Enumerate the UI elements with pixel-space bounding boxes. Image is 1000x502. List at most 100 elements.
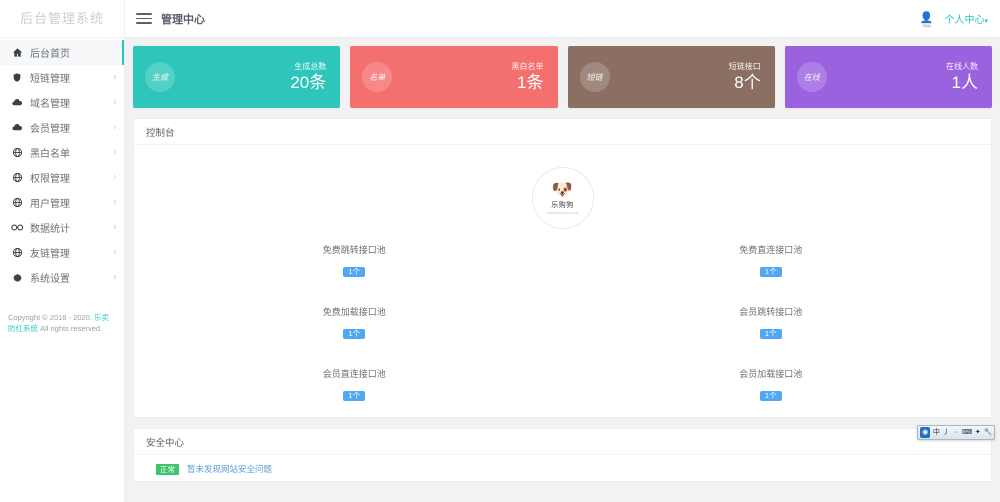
stat-card-1[interactable]: 生成 生成总数 20条 (133, 46, 341, 108)
pool-label: 会员直连接口池 (322, 369, 386, 379)
stat-card-3[interactable]: 短链 短链接口 8个 (567, 46, 775, 108)
interface-pool-item: 免费跳转接口池 1个 (146, 243, 563, 279)
brand-url: WWW.LEGOUGOU.COM (546, 211, 579, 215)
sidebar-item-3[interactable]: 域名管理 › (0, 90, 124, 115)
stat-card-value: 8个 (734, 73, 761, 93)
sidebar-item-10[interactable]: 系统设置 › (0, 265, 124, 290)
chevron-right-icon: › (113, 222, 116, 233)
stat-card-text: 黑白名单 1条 (512, 61, 544, 93)
sidebar-item-7[interactable]: 用户管理 › (0, 190, 124, 215)
pool-label: 会员跳转接口池 (739, 307, 803, 317)
cloud-icon (10, 96, 24, 110)
topbar: 管理中心 👤 乐购狗 个人中心▾ (125, 0, 1000, 38)
dog-mascot-icon: 🐶 (551, 180, 574, 199)
stat-card-tag: 生成 (145, 62, 175, 92)
shield-icon (10, 71, 24, 85)
console-panel: 控制台 🐶 乐购狗 WWW.LEGOUGOU.COM 免费跳转接口池 1个 免费直连… (133, 118, 992, 418)
user-center-menu[interactable]: 个人中心▾ (944, 11, 988, 26)
sidebar-item-label: 友链管理 (30, 249, 70, 260)
sidebar-item-2[interactable]: 短链管理 › (0, 65, 124, 90)
brand-logo-wrap: 🐶 乐购狗 WWW.LEGOUGOU.COM (146, 155, 979, 243)
brand-name: 乐购狗 (551, 202, 574, 209)
chevron-right-icon: › (113, 72, 116, 83)
stat-card-label: 生成总数 (294, 62, 327, 72)
chevron-right-icon: › (113, 247, 116, 258)
avatar[interactable]: 👤 乐购狗 (916, 8, 937, 29)
pool-count-badge: 1个 (343, 391, 366, 401)
stat-card-label: 短链接口 (728, 62, 761, 72)
security-panel: 安全中心 正常 暂未发现网站安全问题 (133, 428, 992, 482)
pool-label: 会员加载接口池 (739, 369, 803, 379)
sidebar-item-label: 域名管理 (30, 99, 70, 110)
page-title: 管理中心 (161, 13, 205, 26)
ime-logo-icon[interactable]: ◉ (920, 427, 931, 438)
stat-card-label: 在线人数 (946, 62, 978, 72)
chevron-right-icon: › (113, 272, 116, 283)
sidebar-item-8[interactable]: 数据统计 › (0, 215, 124, 240)
gear-icon (10, 271, 24, 285)
ime-button-2[interactable]: 丿 (942, 427, 950, 438)
console-panel-title: 控制台 (146, 127, 175, 139)
sidebar-item-9[interactable]: 友链管理 › (0, 240, 124, 265)
stat-card-text: 短链接口 8个 (729, 61, 761, 93)
app-logo-title: 后台管理系统 (0, 0, 124, 38)
cloud-icon (10, 121, 24, 135)
stat-card-value: 1人 (951, 73, 978, 93)
interface-pool-item: 会员直连接口池 1个 (146, 367, 563, 403)
globe-icon (10, 246, 24, 260)
pool-count-badge: 1个 (343, 267, 366, 277)
pool-label: 免费加载接口池 (322, 307, 386, 317)
stat-card-label: 黑白名单 (511, 62, 544, 72)
ime-button-5[interactable]: ✦ (974, 427, 982, 438)
sidebar-item-label: 权限管理 (30, 174, 70, 185)
stat-card-text: 生成总数 20条 (290, 61, 326, 93)
avatar-glyph: 👤 (919, 12, 934, 24)
sidebar-item-label: 用户管理 (30, 199, 70, 210)
topbar-right: 👤 乐购狗 个人中心▾ (916, 8, 988, 29)
pool-count-badge: 1个 (759, 329, 782, 339)
brand-logo: 🐶 乐购狗 WWW.LEGOUGOU.COM (531, 167, 594, 229)
security-panel-title: 安全中心 (146, 437, 185, 449)
ime-button-3[interactable]: ·· (952, 427, 960, 438)
sidebar-menu: 后台首页 短链管理 › 域名管理 › 会员管理 › 黑白名单 › 权限管理 › 用户管理 › 数据统计 › 友… (0, 38, 124, 290)
stat-card-text: 在线人数 1人 (946, 61, 978, 93)
sidebar-item-5[interactable]: 黑白名单 › (0, 140, 124, 165)
sidebar-item-label: 会员管理 (30, 124, 70, 135)
ime-button-1[interactable]: 中 (932, 427, 940, 438)
stat-card-tag: 短链 (579, 62, 610, 92)
home-icon (10, 46, 24, 60)
sidebar-item-label: 黑白名单 (30, 149, 70, 160)
sidebar-item-4[interactable]: 会员管理 › (0, 115, 124, 140)
chevron-down-icon: ▾ (984, 18, 988, 25)
stat-card-2[interactable]: 名单 黑白名单 1条 (350, 46, 558, 108)
sidebar-item-6[interactable]: 权限管理 › (0, 165, 124, 190)
ime-button-6[interactable]: 🔧 (984, 427, 993, 438)
sidebar-item-label: 系统设置 (30, 274, 70, 285)
pool-count-badge: 1个 (759, 267, 782, 277)
main-area: 管理中心 👤 乐购狗 个人中心▾ 生成 生成总数 20条 名单 黑白名单 1条 短链 短链接口… (125, 0, 1000, 502)
console-panel-header: 控制台 (134, 119, 991, 145)
sidebar-item-label: 后台首页 (30, 49, 70, 60)
ime-button-4[interactable]: ⌨ (962, 427, 972, 438)
avatar-caption: 乐购狗 (922, 23, 931, 28)
sidebar-item-1[interactable]: 后台首页 (0, 40, 124, 65)
chevron-right-icon: › (113, 97, 116, 108)
sidebar-item-label: 数据统计 (30, 224, 70, 235)
stat-card-4[interactable]: 在线 在线人数 1人 (784, 46, 992, 108)
stat-cards: 生成 生成总数 20条 名单 黑白名单 1条 短链 短链接口 8个 在线 在线人数 1人 (133, 46, 992, 108)
stat-card-value: 1条 (517, 73, 544, 93)
console-panel-body: 🐶 乐购狗 WWW.LEGOUGOU.COM 免费跳转接口池 1个 免费直连接口池 1… (134, 145, 991, 417)
stat-card-value: 20条 (290, 73, 327, 93)
globe-icon (10, 146, 24, 160)
infinity-icon (10, 221, 24, 235)
globe-icon (10, 171, 24, 185)
chevron-right-icon: › (113, 147, 116, 158)
status-badge: 正常 (156, 463, 179, 475)
ime-toolbar[interactable]: ◉ 中丿 ·· ⌨ ✦ 🔧 (917, 425, 995, 440)
interface-pool-item: 会员跳转接口池 1个 (563, 305, 980, 341)
content-scroll: 生成 生成总数 20条 名单 黑白名单 1条 短链 短链接口 8个 在线 在线人数 1人 控制台 🐶 … (125, 38, 1000, 502)
hamburger-menu-icon[interactable] (136, 12, 152, 26)
interface-pool-item: 免费直连接口池 1个 (563, 243, 980, 279)
stat-card-tag: 名单 (362, 62, 393, 92)
pool-count-badge: 1个 (759, 391, 782, 401)
